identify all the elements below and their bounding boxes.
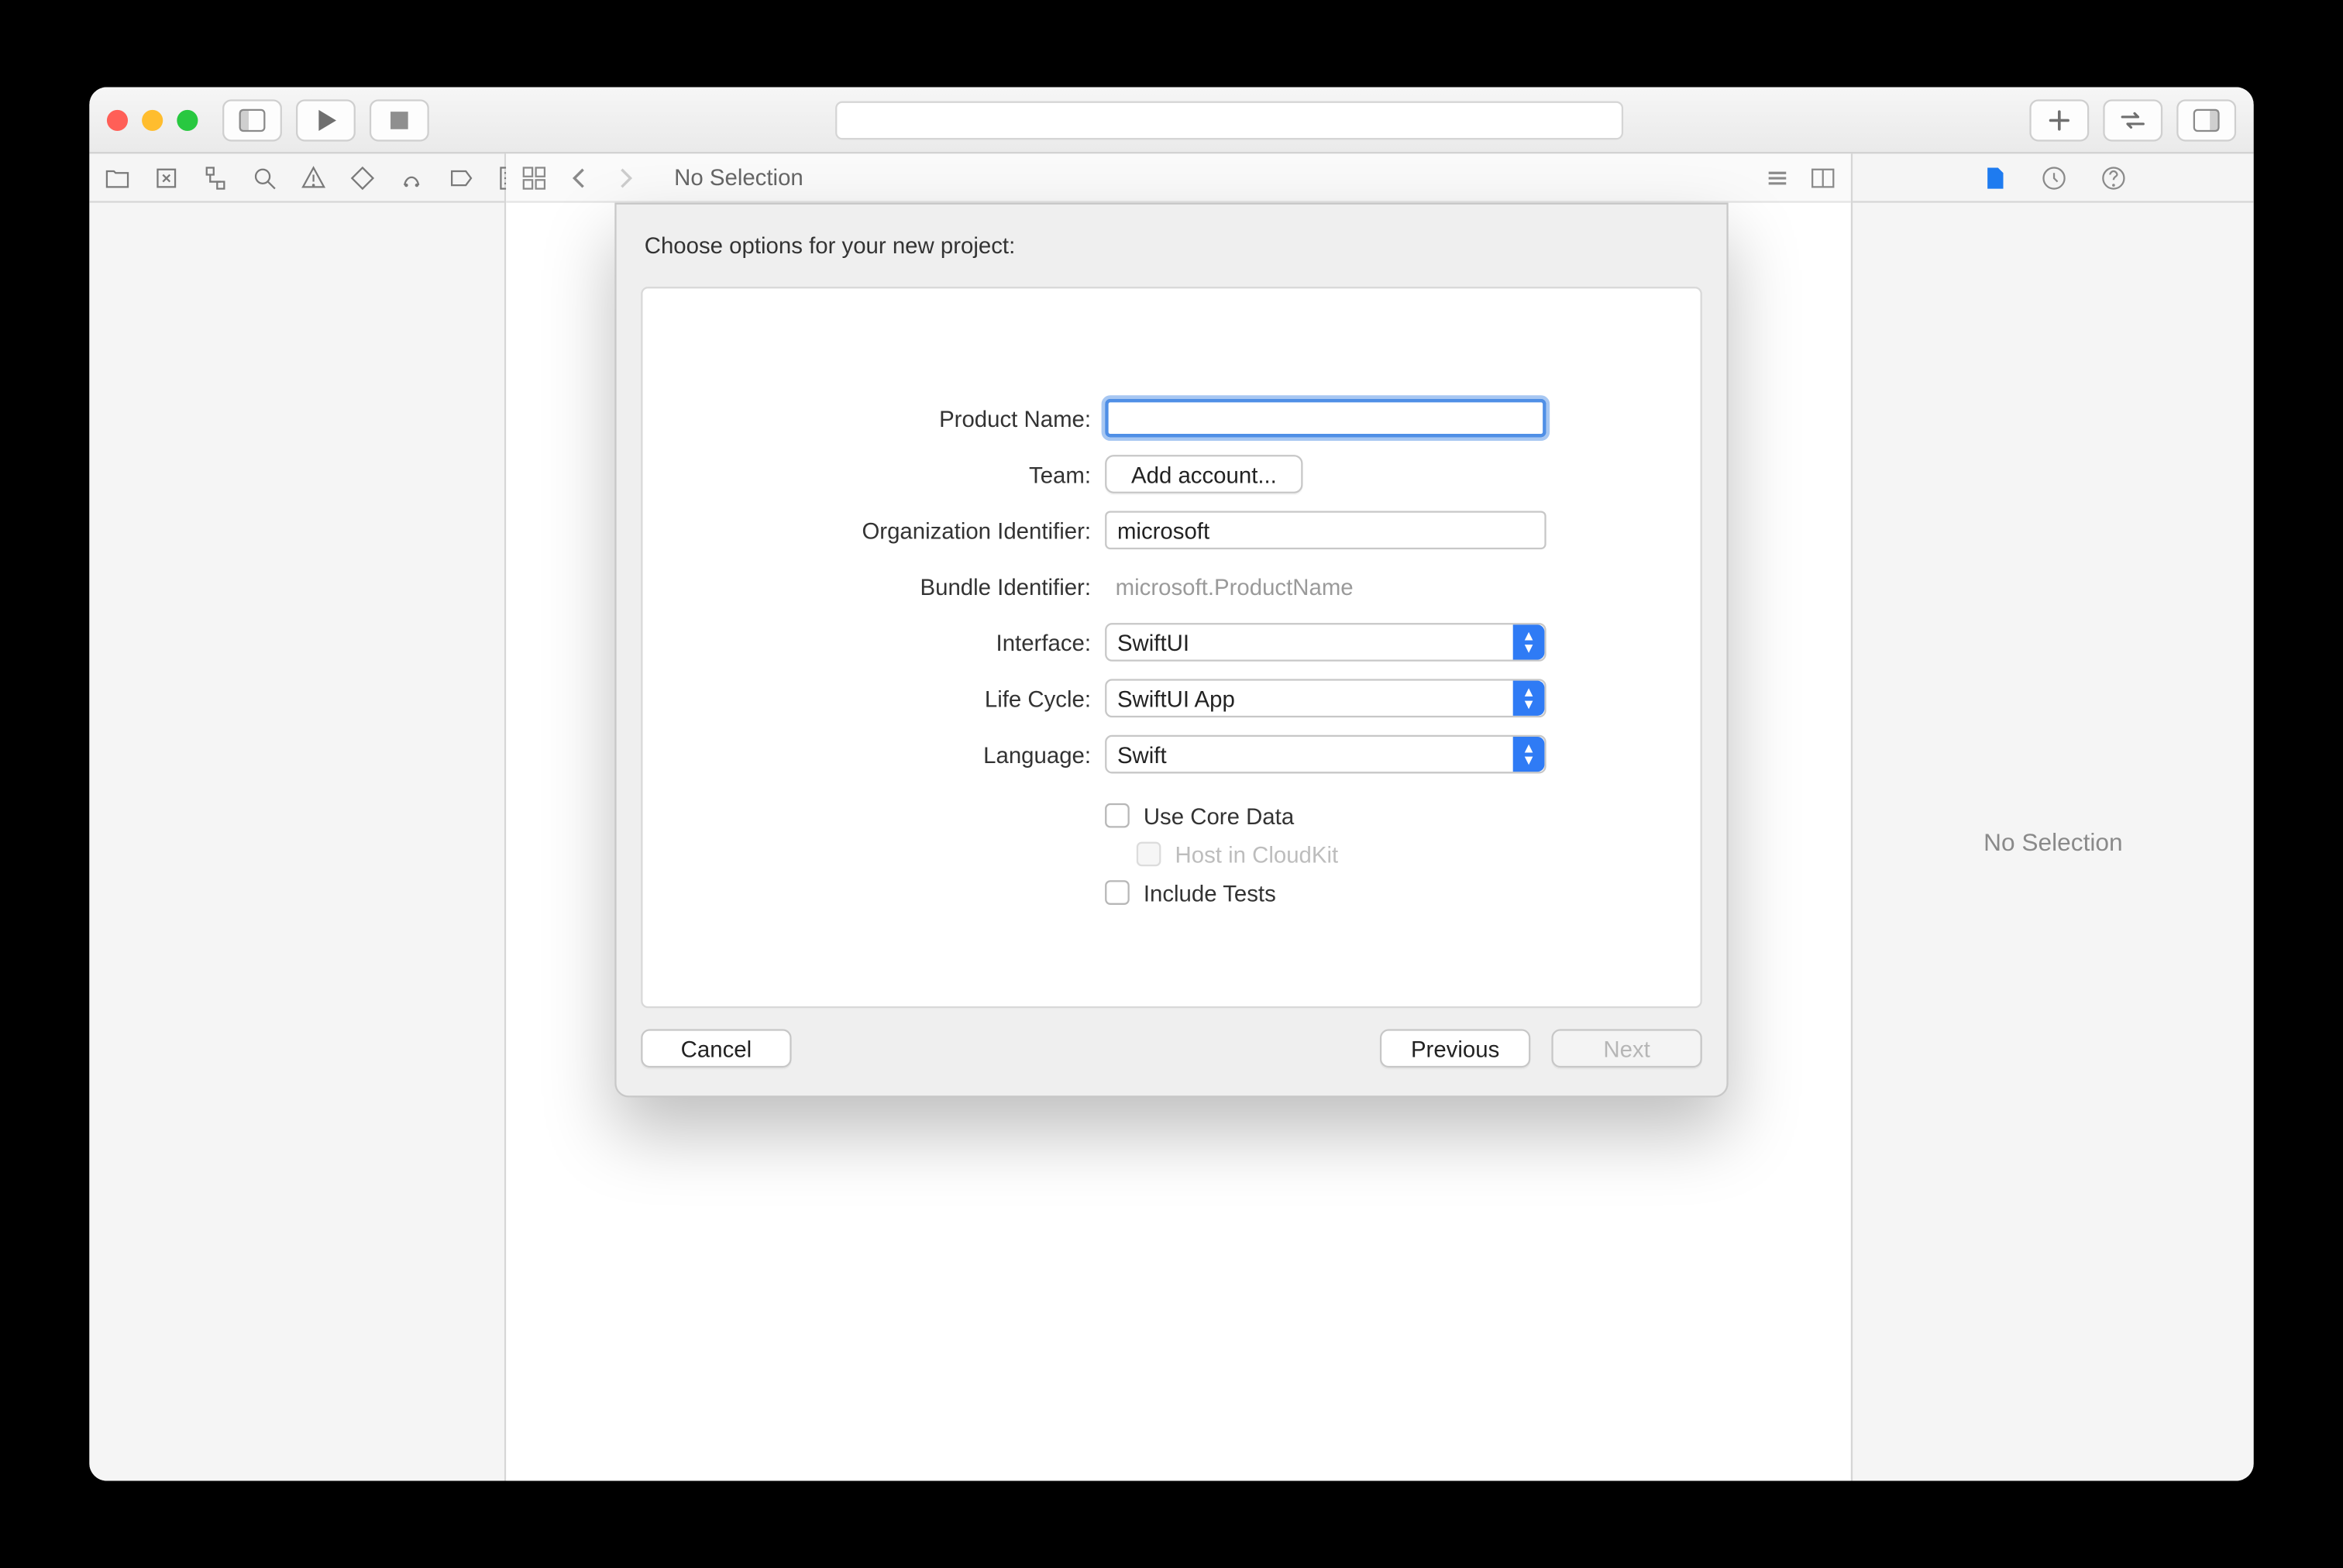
help-inspector-icon[interactable]: [2099, 163, 2127, 191]
related-items-icon[interactable]: [520, 163, 548, 191]
language-label: Language:: [688, 741, 1091, 768]
inspector-tabs: [1853, 153, 2254, 202]
include-tests-checkbox[interactable]: [1105, 880, 1130, 905]
bundle-id-value: microsoft.ProductName: [1105, 573, 1354, 600]
include-tests-row: Include Tests: [1105, 873, 1655, 912]
language-value: Swift: [1117, 741, 1167, 768]
new-project-options-sheet: Choose options for your new project: Pro…: [614, 203, 1728, 1098]
run-stop-group: [296, 98, 429, 140]
history-inspector-icon[interactable]: [2039, 163, 2067, 191]
interface-label: Interface:: [688, 629, 1091, 655]
use-core-data-row: Use Core Data: [1105, 796, 1655, 835]
navigator-pane: [89, 153, 506, 1480]
bundle-id-row: Bundle Identifier: microsoft.ProductName: [688, 562, 1655, 610]
lifecycle-select[interactable]: SwiftUI App ▲▼: [1105, 679, 1547, 717]
debug-icon[interactable]: [397, 163, 425, 191]
team-label: Team:: [688, 461, 1091, 487]
code-review-button[interactable]: [2103, 98, 2162, 140]
product-name-label: Product Name:: [688, 405, 1091, 432]
inspector-no-selection: No Selection: [1983, 828, 2122, 856]
interface-select[interactable]: SwiftUI ▲▼: [1105, 623, 1547, 662]
forward-icon[interactable]: [611, 163, 639, 191]
library-button[interactable]: [2029, 98, 2089, 140]
chevron-up-down-icon: ▲▼: [1513, 624, 1545, 659]
sidebar-right-icon: [2193, 105, 2221, 133]
lifecycle-value: SwiftUI App: [1117, 685, 1235, 711]
lifecycle-label: Life Cycle:: [688, 685, 1091, 711]
inspector-body: No Selection: [1853, 203, 2254, 1481]
xcode-window: No Selection No Selection Choose options…: [89, 88, 2253, 1481]
navigator-tabs: [89, 153, 504, 202]
host-cloudkit-label: Host in CloudKit: [1175, 841, 1339, 867]
source-control-icon[interactable]: [153, 163, 181, 191]
sidebar-left-icon: [238, 105, 266, 133]
run-button[interactable]: [296, 98, 356, 140]
cancel-button[interactable]: Cancel: [641, 1029, 791, 1068]
back-icon[interactable]: [566, 163, 593, 191]
product-name-row: Product Name:: [688, 394, 1655, 442]
issue-icon[interactable]: [300, 163, 328, 191]
include-tests-label: Include Tests: [1144, 879, 1276, 906]
host-cloudkit-checkbox: [1137, 842, 1161, 867]
arrows-left-right-icon: [2119, 105, 2147, 133]
use-core-data-checkbox[interactable]: [1105, 803, 1130, 828]
find-icon[interactable]: [250, 163, 278, 191]
window-controls: [107, 109, 198, 130]
window-body: No Selection No Selection Choose options…: [89, 153, 2253, 1480]
symbols-icon[interactable]: [201, 163, 229, 191]
minimize-window-button[interactable]: [142, 109, 163, 130]
zoom-window-button[interactable]: [177, 109, 198, 130]
team-row: Team: Add account...: [688, 449, 1655, 498]
toggle-inspector-button[interactable]: [2176, 98, 2236, 140]
org-id-input[interactable]: [1105, 511, 1547, 549]
activity-viewer: [835, 100, 1623, 139]
use-core-data-label: Use Core Data: [1144, 803, 1294, 829]
add-account-button[interactable]: Add account...: [1105, 455, 1303, 493]
inspector-pane: No Selection: [1851, 153, 2254, 1480]
chevron-up-down-icon: ▲▼: [1513, 737, 1545, 772]
language-select[interactable]: Swift ▲▼: [1105, 735, 1547, 774]
stop-icon: [385, 105, 413, 133]
file-inspector-icon[interactable]: [1980, 163, 2008, 191]
editor-options-icon[interactable]: [1763, 163, 1791, 191]
test-icon[interactable]: [349, 163, 377, 191]
bundle-id-label: Bundle Identifier:: [688, 573, 1091, 600]
host-cloudkit-row: Host in CloudKit: [1137, 835, 1655, 874]
org-id-row: Organization Identifier:: [688, 506, 1655, 555]
chevron-up-down-icon: ▲▼: [1513, 681, 1545, 716]
form-area: Product Name: Team: Add account... Organ…: [641, 287, 1702, 1008]
previous-button[interactable]: Previous: [1380, 1029, 1530, 1068]
toggle-navigator-button[interactable]: [222, 98, 282, 140]
breakpoint-icon[interactable]: [446, 163, 474, 191]
jump-bar-path: No Selection: [657, 150, 821, 205]
language-row: Language: Swift ▲▼: [688, 730, 1655, 779]
lifecycle-row: Life Cycle: SwiftUI App ▲▼: [688, 674, 1655, 723]
plus-icon: [2045, 105, 2073, 133]
close-window-button[interactable]: [107, 109, 128, 130]
sheet-button-bar: Cancel Previous Next: [641, 1029, 1702, 1068]
interface-value: SwiftUI: [1117, 629, 1189, 655]
editor-jump-bar: No Selection: [506, 153, 1851, 202]
product-name-input[interactable]: [1105, 399, 1547, 438]
play-icon: [311, 105, 339, 133]
right-toolbar-group: [2029, 98, 2236, 140]
sheet-title: Choose options for your new project:: [641, 229, 1702, 266]
folder-icon[interactable]: [103, 163, 131, 191]
next-button: Next: [1551, 1029, 1701, 1068]
org-id-label: Organization Identifier:: [688, 517, 1091, 543]
titlebar: [89, 88, 2253, 154]
activity-area: [443, 100, 2015, 139]
stop-button[interactable]: [370, 98, 429, 140]
interface-row: Interface: SwiftUI ▲▼: [688, 617, 1655, 666]
adjust-editor-icon[interactable]: [1809, 163, 1837, 191]
